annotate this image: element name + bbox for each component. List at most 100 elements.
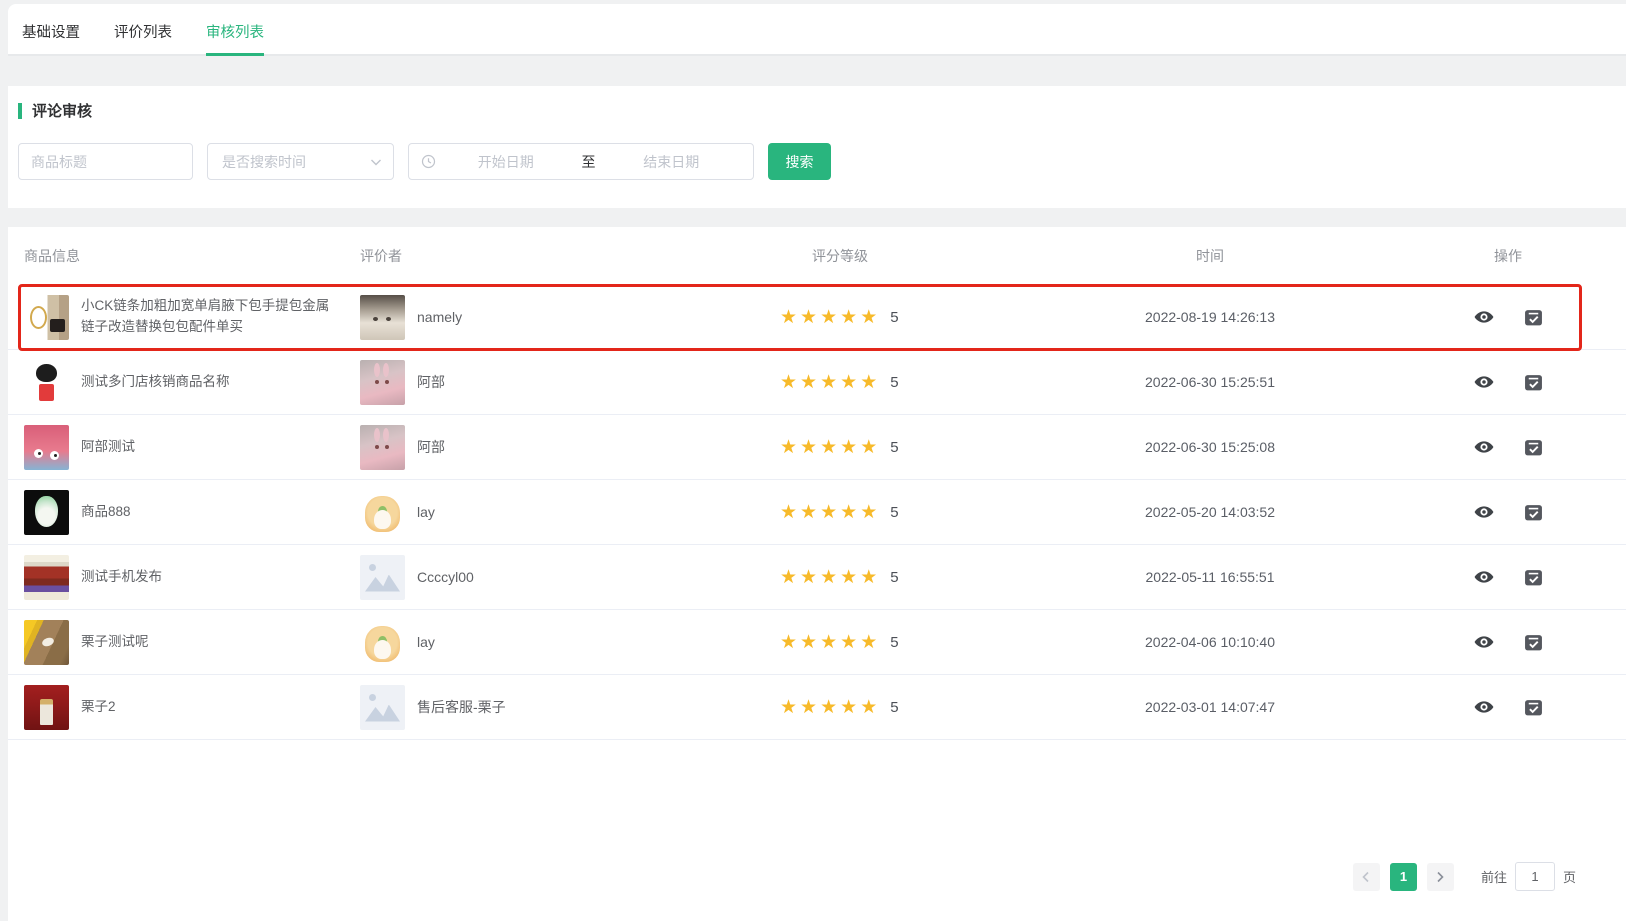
product-title: 栗子2 (81, 697, 116, 718)
actions-cell (1390, 632, 1626, 652)
approve-button[interactable] (1524, 503, 1543, 522)
box-check-icon (1524, 633, 1543, 652)
column-header-product: 商品信息 (24, 246, 360, 266)
start-date-placeholder[interactable]: 开始日期 (436, 152, 576, 172)
time-search-select-placeholder: 是否搜索时间 (222, 152, 306, 172)
star-icon: ★ (840, 307, 860, 328)
prev-page-button[interactable] (1353, 863, 1380, 891)
approve-button[interactable] (1524, 633, 1543, 652)
star-icon: ★ (780, 437, 800, 458)
eye-icon (1474, 632, 1494, 652)
eye-icon (1474, 567, 1494, 587)
view-button[interactable] (1474, 567, 1494, 587)
review-time: 2022-05-11 16:55:51 (1030, 569, 1390, 585)
reviewer-name: 阿部 (417, 437, 445, 457)
product-title: 阿部测试 (81, 437, 135, 458)
product-cell: 栗子测试呢 (24, 620, 360, 665)
product-title: 测试多门店核销商品名称 (81, 372, 230, 393)
actions-cell (1390, 372, 1626, 392)
rating-stars: ★★★★★ (780, 633, 880, 652)
reviewer-cell: lay (360, 620, 780, 665)
product-image (24, 685, 69, 730)
chevron-right-icon (1434, 871, 1446, 883)
rating-cell: ★★★★★ 5 (780, 308, 1030, 327)
view-button[interactable] (1474, 632, 1494, 652)
star-icon: ★ (800, 372, 820, 393)
star-icon: ★ (820, 697, 840, 718)
section-title-text: 评论审核 (32, 100, 92, 121)
product-title: 栗子测试呢 (81, 632, 149, 653)
review-time: 2022-08-19 14:26:13 (1030, 309, 1390, 325)
star-icon: ★ (860, 697, 880, 718)
time-search-select[interactable]: 是否搜索时间 (207, 143, 394, 180)
star-icon: ★ (820, 632, 840, 653)
eye-icon (1474, 697, 1494, 717)
star-icon: ★ (840, 372, 860, 393)
reviewer-avatar (360, 360, 405, 405)
view-button[interactable] (1474, 372, 1494, 392)
star-icon: ★ (780, 502, 800, 523)
product-title-input[interactable] (19, 144, 192, 179)
star-icon: ★ (840, 567, 860, 588)
rating-cell: ★★★★★ 5 (780, 568, 1030, 587)
box-check-icon (1524, 698, 1543, 717)
goto-page-input[interactable] (1515, 862, 1555, 891)
approve-button[interactable] (1524, 438, 1543, 457)
page-1-button[interactable]: 1 (1390, 863, 1417, 891)
table-row: 阿部测试 阿部 ★★★★★ 5 2022-06-30 15:25:08 (8, 415, 1626, 480)
product-cell: 商品888 (24, 490, 360, 535)
star-icon: ★ (840, 697, 860, 718)
product-title-field (18, 143, 193, 180)
approve-button[interactable] (1524, 308, 1543, 327)
approve-button[interactable] (1524, 373, 1543, 392)
reviewer-cell: 售后客服-栗子 (360, 685, 780, 730)
reviewer-avatar (360, 555, 405, 600)
rating-stars: ★★★★★ (780, 698, 880, 717)
tab-review-list[interactable]: 评价列表 (114, 21, 172, 56)
tab-basic-settings[interactable]: 基础设置 (22, 21, 80, 56)
end-date-placeholder[interactable]: 结束日期 (602, 152, 742, 172)
tab-audit-list[interactable]: 审核列表 (206, 21, 264, 56)
view-button[interactable] (1474, 697, 1494, 717)
search-button[interactable]: 搜索 (768, 143, 831, 180)
product-image (24, 555, 69, 600)
date-range-picker[interactable]: 开始日期 至 结束日期 (408, 143, 754, 180)
clock-icon (421, 154, 436, 169)
reviewer-cell: lay (360, 490, 780, 535)
title-accent-bar (18, 103, 22, 119)
product-cell: 栗子2 (24, 685, 360, 730)
star-icon: ★ (820, 307, 840, 328)
reviewer-cell: Ccccyl00 (360, 555, 780, 600)
approve-button[interactable] (1524, 698, 1543, 717)
product-cell: 阿部测试 (24, 425, 360, 470)
filter-panel: 评论审核 是否搜索时间 开始日期 至 结束日期 搜索 (8, 86, 1626, 208)
reviewer-avatar (360, 620, 405, 665)
view-button[interactable] (1474, 437, 1494, 457)
view-button[interactable] (1474, 502, 1494, 522)
star-icon: ★ (800, 632, 820, 653)
product-cell: 小CK链条加粗加宽单肩腋下包手提包金属链子改造替换包包配件单买 (24, 295, 360, 340)
product-title: 小CK链条加粗加宽单肩腋下包手提包金属链子改造替换包包配件单买 (81, 296, 336, 338)
approve-button[interactable] (1524, 568, 1543, 587)
rating-stars: ★★★★★ (780, 438, 880, 457)
rating-cell: ★★★★★ 5 (780, 503, 1030, 522)
rating-cell: ★★★★★ 5 (780, 698, 1030, 717)
reviewer-avatar (360, 685, 405, 730)
table-row: 栗子2 售后客服-栗子 ★★★★★ 5 2022-03-01 14:07:47 (8, 675, 1626, 740)
reviewer-name: lay (417, 504, 435, 520)
rating-value: 5 (890, 634, 898, 651)
next-page-button[interactable] (1427, 863, 1454, 891)
eye-icon (1474, 307, 1494, 327)
table-row: 商品888 lay ★★★★★ 5 2022-05-20 14:03:52 (8, 480, 1626, 545)
reviewer-avatar (360, 490, 405, 535)
star-icon: ★ (780, 697, 800, 718)
star-icon: ★ (820, 567, 840, 588)
rating-cell: ★★★★★ 5 (780, 633, 1030, 652)
box-check-icon (1524, 568, 1543, 587)
box-check-icon (1524, 503, 1543, 522)
view-button[interactable] (1474, 307, 1494, 327)
review-time: 2022-03-01 14:07:47 (1030, 699, 1390, 715)
table-row: 栗子测试呢 lay ★★★★★ 5 2022-04-06 10:10:40 (8, 610, 1626, 675)
product-cell: 测试手机发布 (24, 555, 360, 600)
page: 基础设置 评价列表 审核列表 评论审核 是否搜索时间 (0, 0, 1626, 919)
